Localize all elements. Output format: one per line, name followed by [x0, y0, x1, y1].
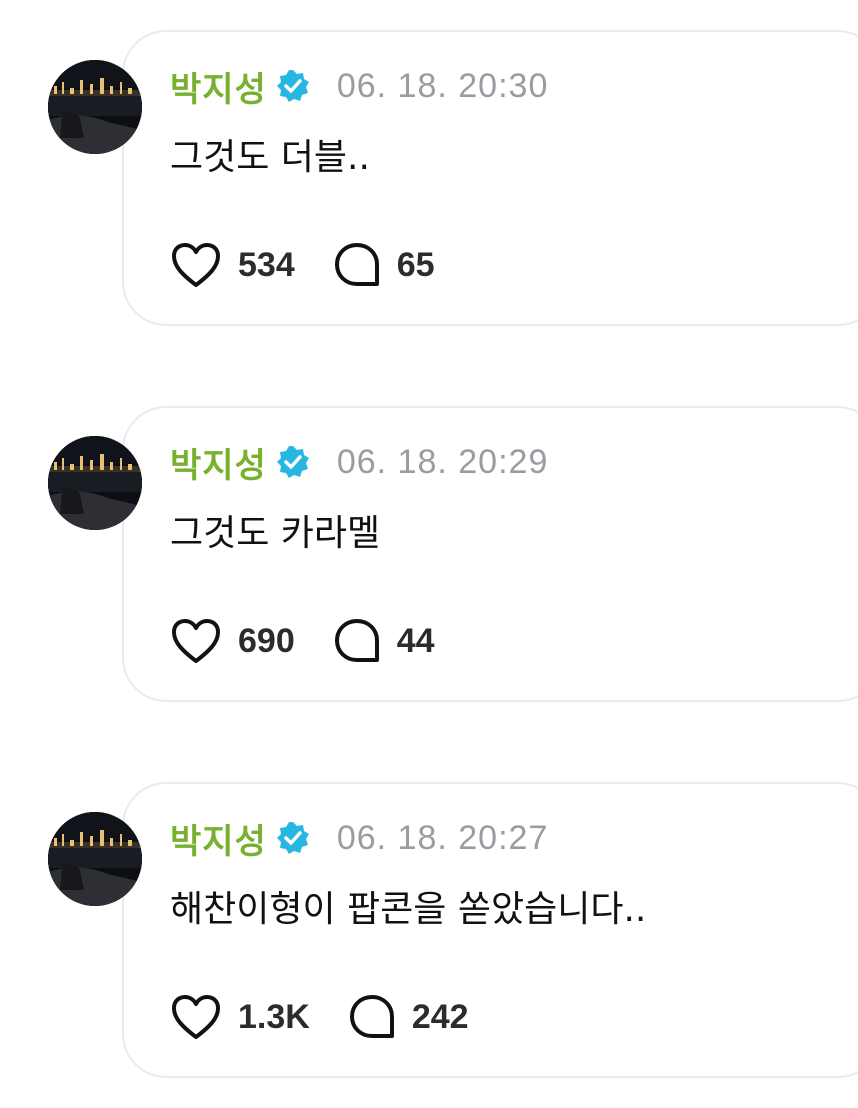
speech-bubble-icon	[334, 243, 379, 286]
heart-icon	[172, 995, 220, 1039]
post: 박지성 06. 18. 20:30 그것도 더블.. 534 65	[0, 30, 858, 330]
heart-icon	[172, 243, 220, 287]
post-actions: 534 65	[170, 238, 473, 292]
verified-badge-icon	[275, 820, 311, 856]
avatar[interactable]	[48, 812, 142, 906]
post: 박지성 06. 18. 20:27 해찬이형이 팝콘을 쏟았습니다.. 1.3K…	[0, 782, 858, 1082]
post-header: 박지성 06. 18. 20:27	[170, 812, 548, 864]
message-text: 그것도 더블..	[170, 137, 370, 178]
post: 박지성 06. 18. 20:29 그것도 카라멜 690 44	[0, 406, 858, 706]
like-count: 690	[238, 621, 295, 660]
author-name[interactable]: 박지성	[170, 62, 267, 111]
avatar[interactable]	[48, 436, 142, 530]
message-text: 그것도 카라멜	[170, 513, 381, 554]
heart-icon	[172, 619, 220, 663]
like-button[interactable]: 1.3K	[170, 993, 310, 1041]
post-header: 박지성 06. 18. 20:30	[170, 60, 548, 112]
like-button[interactable]: 690	[170, 617, 295, 665]
message-text: 해찬이형이 팝콘을 쏟았습니다..	[170, 889, 647, 930]
timestamp: 06. 18. 20:29	[336, 442, 549, 481]
post-header: 박지성 06. 18. 20:29	[170, 436, 548, 488]
like-count: 1.3K	[238, 997, 310, 1036]
author-name[interactable]: 박지성	[170, 814, 267, 863]
timestamp: 06. 18. 20:30	[336, 66, 549, 105]
avatar[interactable]	[48, 60, 142, 154]
author-name[interactable]: 박지성	[170, 438, 267, 487]
reply-button[interactable]: 65	[333, 241, 435, 289]
verified-badge-icon	[275, 444, 311, 480]
speech-bubble-icon	[334, 619, 379, 662]
post-actions: 1.3K 242	[170, 990, 507, 1044]
speech-bubble-icon	[349, 995, 394, 1038]
like-button[interactable]: 534	[170, 241, 295, 289]
reply-count: 242	[411, 997, 469, 1036]
post-actions: 690 44	[170, 614, 473, 668]
reply-count: 65	[396, 245, 435, 284]
reply-count: 44	[396, 621, 435, 660]
like-count: 534	[238, 245, 295, 284]
reply-button[interactable]: 242	[348, 993, 469, 1041]
reply-button[interactable]: 44	[333, 617, 435, 665]
timestamp: 06. 18. 20:27	[336, 818, 549, 857]
verified-badge-icon	[275, 68, 311, 104]
